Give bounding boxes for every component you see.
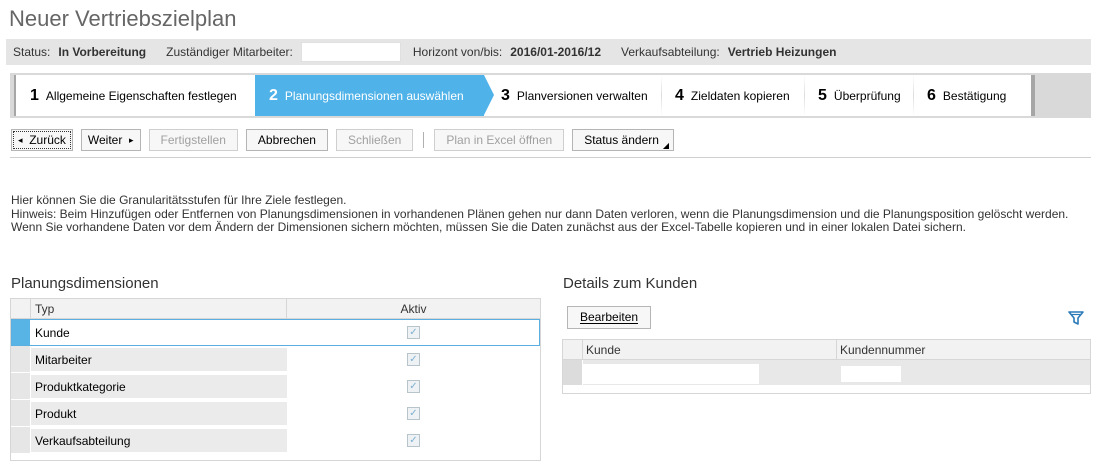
roadmap-step-1[interactable]: 1 Allgemeine Eigenschaften festlegen: [16, 75, 256, 116]
row-selector[interactable]: [11, 400, 31, 426]
row-selector[interactable]: [11, 346, 31, 372]
row-selector[interactable]: [563, 360, 583, 385]
status-value: In Vorbereitung: [58, 45, 147, 59]
hint-text: Hier können Sie die Granularitätsstufen …: [11, 193, 1069, 234]
table-row[interactable]: Kunde ✓: [11, 319, 540, 346]
filter-icon[interactable]: [1068, 310, 1084, 326]
customer-details-title: Details zum Kunden: [563, 275, 698, 292]
active-checkbox[interactable]: ✓: [407, 434, 420, 447]
roadmap: 1 Allgemeine Eigenschaften festlegen 2 P…: [10, 73, 1091, 118]
status-label: Status:: [13, 45, 51, 59]
cancel-button[interactable]: Abbrechen: [245, 129, 328, 151]
page-title: Neuer Vertriebszielplan: [9, 6, 237, 31]
row-selector[interactable]: [11, 373, 31, 399]
roadmap-step-4[interactable]: 4 Zieldaten kopieren: [661, 75, 805, 116]
table-row[interactable]: Produktkategorie ✓: [11, 373, 540, 400]
divider: [10, 157, 1091, 158]
dept-value: Vertrieb Heizungen: [727, 45, 837, 59]
active-checkbox[interactable]: ✓: [407, 353, 420, 366]
dept-label: Verkaufsabteilung:: [621, 45, 720, 59]
open-in-excel-button[interactable]: Plan in Excel öffnen: [434, 129, 565, 151]
active-checkbox[interactable]: ✓: [407, 380, 420, 393]
table-row[interactable]: [563, 360, 1090, 386]
col-type-header[interactable]: Typ: [31, 299, 287, 318]
status-bar: Status: In Vorbereitung Zuständiger Mita…: [6, 39, 1091, 65]
finish-button[interactable]: Fertigstellen: [148, 129, 238, 151]
table-row[interactable]: Mitarbeiter ✓: [11, 346, 540, 373]
roadmap-step-5[interactable]: 5 Überprüfung: [804, 75, 914, 116]
table-header: Typ Aktiv: [11, 299, 540, 319]
active-checkbox[interactable]: ✓: [407, 326, 420, 339]
customer-table: Kunde Kundennummer: [562, 339, 1091, 394]
roadmap-step-2[interactable]: 2 Planungsdimensionen auswählen: [255, 75, 494, 116]
employee-label: Zuständiger Mitarbeiter:: [166, 45, 293, 59]
menu-corner-icon: ◢: [662, 140, 670, 150]
dimensions-table: Typ Aktiv Kunde ✓ Mitarbeiter ✓ Produktk…: [10, 298, 541, 461]
chevron-left-icon: ◂: [18, 134, 23, 145]
row-selector[interactable]: [11, 427, 31, 453]
table-row[interactable]: Verkaufsabteilung ✓: [11, 427, 540, 454]
table-header: Kunde Kundennummer: [563, 340, 1090, 360]
toolbar: ◂ Zurück Weiter ▸ Fertigstellen Abbreche…: [11, 129, 682, 151]
edit-button[interactable]: Bearbeiten: [567, 306, 652, 329]
horizon-value: 2016/01-2016/12: [510, 45, 601, 59]
active-checkbox[interactable]: ✓: [407, 407, 420, 420]
col-active-header[interactable]: Aktiv: [287, 299, 540, 318]
roadmap-step-6[interactable]: 6 Bestätigung: [913, 75, 1031, 116]
row-selector[interactable]: [11, 319, 31, 345]
toolbar-separator: [423, 132, 425, 148]
col-number-header[interactable]: Kundennummer: [837, 340, 1090, 359]
close-button[interactable]: Schließen: [335, 129, 414, 151]
customer-number-cell[interactable]: [841, 365, 901, 382]
roadmap-track: 1 Allgemeine Eigenschaften festlegen 2 P…: [16, 75, 1031, 116]
roadmap-step-3[interactable]: 3 Planversionen verwalten: [484, 75, 662, 116]
chevron-right-icon: ▸: [129, 134, 134, 145]
next-button[interactable]: Weiter ▸: [80, 129, 141, 151]
employee-field[interactable]: [300, 42, 401, 62]
table-row[interactable]: Produkt ✓: [11, 400, 540, 427]
change-status-button[interactable]: Status ändern ◢: [572, 129, 675, 151]
col-customer-header[interactable]: Kunde: [583, 340, 837, 359]
horizon-label: Horizont von/bis:: [412, 45, 503, 59]
back-button[interactable]: ◂ Zurück: [11, 129, 73, 151]
dimensions-title: Planungsdimensionen: [11, 275, 159, 292]
customer-cell[interactable]: [583, 363, 759, 384]
